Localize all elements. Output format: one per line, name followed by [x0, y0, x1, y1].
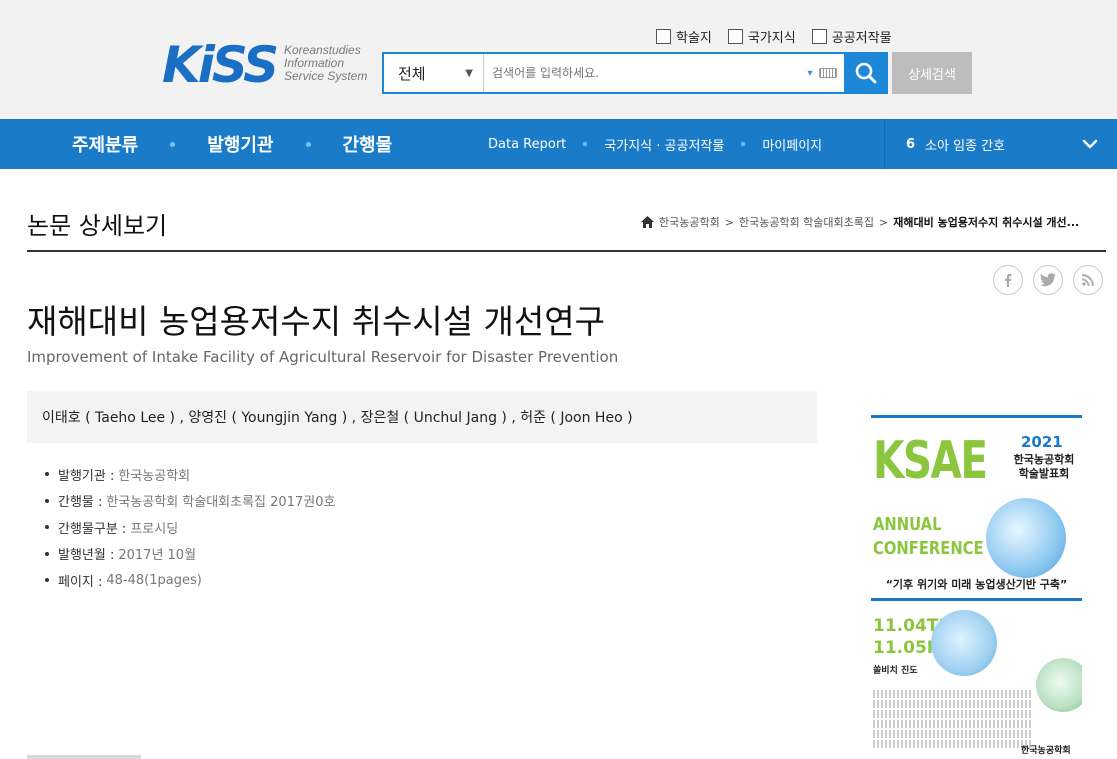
twitter-share-button[interactable]: [1033, 265, 1063, 295]
keyboard-toggle[interactable]: ▾: [800, 54, 844, 92]
poster-fine-print: [873, 690, 1033, 750]
author-list[interactable]: 이태호 ( Taeho Lee ) , 양영진 ( Youngjin Yang …: [27, 391, 817, 443]
chevron-down-icon[interactable]: [1080, 134, 1100, 154]
sprout-globe-image: [986, 498, 1066, 578]
island-globe-image: [931, 610, 997, 676]
main-nav: 주제분류 발행기관 간행물 Data Report 국가지식 · 공공저작물 마…: [0, 119, 1117, 169]
nav-separator: [170, 141, 176, 147]
farm-globe-image: [1036, 658, 1082, 712]
trending-rank: 6: [906, 136, 916, 152]
advanced-search-button[interactable]: 상세검색: [892, 52, 972, 94]
nav-separator: [583, 142, 588, 146]
meta-publication-type: 간행물구분 : 프로시딩: [45, 514, 335, 541]
share-buttons: [993, 265, 1103, 295]
home-icon[interactable]: [641, 216, 654, 228]
breadcrumb: 한국농공학회 > 한국농공학회 학술대회초록집 > 재해대비 농업용저수지 취수…: [641, 214, 1079, 230]
nav-national-knowledge[interactable]: 국가지식 · 공공저작물: [604, 135, 724, 154]
breadcrumb-item[interactable]: 한국농공학회 학술대회초록집: [739, 214, 874, 230]
logo-mark: KiSS: [162, 36, 279, 94]
keyboard-icon: [818, 68, 837, 78]
nav-my-page[interactable]: 마이페이지: [762, 135, 822, 154]
search-icon: [855, 62, 877, 84]
poster-organizer: 한국농공학회: [1021, 746, 1071, 756]
nav-data-report[interactable]: Data Report: [488, 137, 566, 152]
breadcrumb-item[interactable]: 한국농공학회: [659, 214, 720, 230]
meta-publisher: 발행기관 : 한국농공학회: [45, 461, 335, 488]
article-title-english: Improvement of Intake Facility of Agricu…: [27, 348, 619, 366]
poster-event-name: 한국농공학회 학술발표회: [1013, 453, 1075, 480]
primary-menu: 주제분류 발행기관 간행물: [72, 119, 392, 169]
poster-year: 2021: [1021, 433, 1063, 451]
breadcrumb-current: 재해대비 농업용저수지 취수시설 개선...: [893, 216, 1080, 229]
trending-term: 소아 임종 간호: [925, 138, 1006, 154]
filter-national-knowledge-checkbox[interactable]: 국가지식: [727, 27, 796, 46]
article-title: 재해대비 농업용저수지 취수시설 개선연구: [27, 302, 605, 341]
nav-separator: [305, 141, 311, 147]
nav-divider: [884, 119, 885, 169]
rss-button[interactable]: [1073, 265, 1103, 295]
checkbox-box[interactable]: [727, 29, 743, 44]
search-bar: 전체 ▼ ▾: [382, 52, 888, 94]
poster-slogan: “기후 위기와 미래 농업생산기반 구축”: [885, 578, 1068, 591]
filter-journal-checkbox[interactable]: 학술지: [656, 27, 712, 46]
search-scope-select[interactable]: 전체 ▼: [384, 54, 484, 92]
facebook-icon: [1005, 274, 1012, 287]
nav-separator: [741, 142, 746, 146]
logo-tagline: Koreanstudies Information Service System: [284, 43, 368, 83]
twitter-icon: [1040, 273, 1056, 287]
article-meta: 발행기관 : 한국농공학회 간행물 : 한국농공학회 학술대회초록집 2017권0호…: [45, 461, 335, 594]
meta-pages: 페이지 :48-48(1pages): [45, 567, 335, 594]
poster-logo: KSAE: [873, 431, 988, 491]
facebook-share-button[interactable]: [993, 265, 1023, 295]
poster-annual-conference: ANNUAL CONFERENCE: [873, 514, 984, 559]
poster-venue: 쏠비치 진도: [873, 666, 918, 676]
dropdown-caret-icon: ▾: [807, 67, 813, 79]
title-divider: [27, 250, 1106, 252]
checkbox-box[interactable]: [656, 29, 671, 44]
nav-subject-category[interactable]: 주제분류: [72, 131, 138, 157]
poster-divider: [871, 598, 1082, 601]
trending-keyword[interactable]: 6 소아 임종 간호: [906, 119, 1005, 169]
conference-ad-banner[interactable]: KSAE 2021 한국농공학회 학술발표회 ANNUAL CONFERENCE…: [871, 415, 1082, 759]
nav-publication[interactable]: 간행물: [343, 131, 393, 157]
search-input[interactable]: [484, 54, 800, 92]
chevron-down-icon: ▼: [465, 67, 473, 79]
search-button[interactable]: [844, 52, 888, 94]
meta-publication: 간행물 : 한국농공학회 학술대회초록집 2017권0호: [45, 488, 335, 515]
filter-public-works-checkbox[interactable]: 공공저작물: [811, 27, 892, 46]
site-header: KiSS Koreanstudies Information Service S…: [0, 0, 1117, 119]
tab-indicator[interactable]: [27, 755, 141, 759]
search-filters: 학술지 국가지식 공공저작물: [656, 27, 892, 46]
secondary-menu: Data Report 국가지식 · 공공저작물 마이페이지: [488, 119, 822, 169]
site-logo[interactable]: KiSS Koreanstudies Information Service S…: [162, 40, 372, 90]
page-title: 논문 상세보기: [27, 212, 168, 240]
rss-icon: [1082, 274, 1094, 286]
checkbox-box[interactable]: [811, 29, 827, 44]
meta-publish-date: 발행년월 :2017년 10월: [45, 541, 335, 568]
nav-publisher[interactable]: 발행기관: [207, 131, 273, 157]
